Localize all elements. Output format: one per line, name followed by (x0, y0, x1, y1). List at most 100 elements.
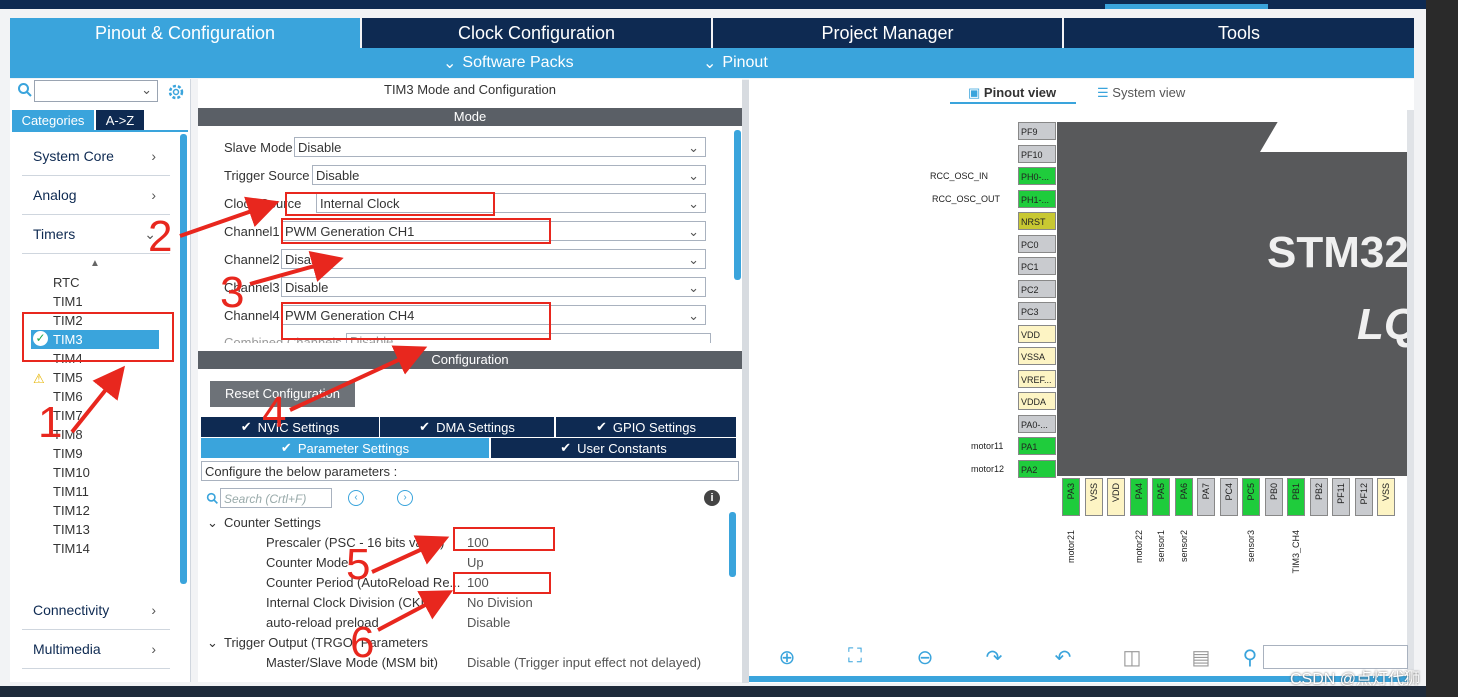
system-view-tab[interactable]: ☰ System view (1097, 85, 1185, 101)
pinout-menu[interactable]: ⌄ Pinout (703, 53, 768, 73)
timer-item[interactable]: TIM13 (53, 522, 90, 537)
flip-vertical-icon[interactable]: ◫ (1120, 645, 1144, 669)
category-search-combo[interactable]: ⌄ (34, 80, 158, 102)
rotate-right-icon[interactable]: ↷ (982, 645, 1006, 669)
pin[interactable]: PA2 (1018, 460, 1056, 478)
collapse-icon[interactable]: ⌄ (207, 515, 218, 531)
pin[interactable]: PC0 (1018, 235, 1056, 253)
pin[interactable]: PH1-... (1018, 190, 1056, 208)
param-value[interactable]: Disable (467, 615, 510, 630)
counter-settings-group[interactable]: Counter Settings (224, 515, 321, 530)
parameter-search-input[interactable]: Search (Crtl+F) (220, 488, 332, 508)
pinout-menu-label: Pinout (722, 54, 768, 71)
pin[interactable]: PF9 (1018, 122, 1056, 140)
next-match-icon[interactable]: › (397, 490, 413, 506)
tab-gpio-settings[interactable]: ✔ GPIO Settings (556, 417, 736, 437)
annotation-box (281, 218, 551, 244)
pin[interactable]: PC3 (1018, 302, 1056, 320)
tab-user-constants[interactable]: ✔ User Constants (491, 438, 736, 458)
pin[interactable]: PB1 (1287, 478, 1305, 516)
pinout-vscroll[interactable] (1407, 110, 1414, 670)
pin[interactable]: PC5 (1242, 478, 1260, 516)
pin[interactable]: VDD (1107, 478, 1125, 516)
tab-pinout-configuration[interactable]: Pinout & Configuration (10, 18, 360, 48)
pin[interactable]: VDDA (1018, 392, 1056, 410)
pin[interactable]: PC4 (1220, 478, 1238, 516)
parameter-scrollbar[interactable] (729, 512, 736, 577)
category-system-core[interactable]: System Core › (22, 137, 170, 176)
timer-item[interactable]: TIM12 (53, 503, 90, 518)
annotation-number: 3 (220, 268, 245, 317)
list-icon: ☰ (1097, 85, 1109, 100)
channel2-select[interactable]: Disable ⌄ (281, 249, 706, 269)
pin[interactable]: VSS (1085, 478, 1103, 516)
timer-item[interactable]: TIM9 (53, 446, 83, 461)
software-packs-menu[interactable]: ⌄ Software Packs (443, 53, 574, 73)
tab-project-manager[interactable]: Project Manager (713, 18, 1062, 48)
pin[interactable]: PA1 (1018, 437, 1056, 455)
gear-icon[interactable] (166, 82, 186, 102)
zoom-in-icon[interactable]: ⊕ (775, 645, 799, 669)
category-analog[interactable]: Analog › (22, 176, 170, 215)
pin[interactable]: VREF... (1018, 370, 1056, 388)
fit-to-window-icon[interactable]: ⛶ (843, 645, 867, 669)
channel3-select[interactable]: Disable ⌄ (281, 277, 706, 297)
category-connectivity[interactable]: Connectivity › (22, 591, 170, 630)
sort-icon[interactable]: ▲ (90, 258, 100, 269)
tab-clock-configuration[interactable]: Clock Configuration (362, 18, 711, 48)
pin[interactable]: PF10 (1018, 145, 1056, 163)
param-value[interactable]: No Division (467, 595, 533, 610)
timer-item[interactable]: TIM10 (53, 465, 90, 480)
pin[interactable]: PA5 (1152, 478, 1170, 516)
pin[interactable]: NRST (1018, 212, 1056, 230)
search-icon[interactable]: ⚲ (1238, 645, 1262, 669)
tab-categories[interactable]: Categories (12, 110, 94, 130)
trigger-source-select[interactable]: Disable ⌄ (312, 165, 706, 185)
timer-item[interactable]: TIM1 (53, 294, 83, 309)
timer-item[interactable]: TIM14 (53, 541, 90, 556)
pinout-view-tab[interactable]: ▣ Pinout view (968, 85, 1056, 101)
trigger-source-label: Trigger Source (224, 168, 310, 183)
pin[interactable]: PA7 (1197, 478, 1215, 516)
zoom-out-icon[interactable]: ⊖ (913, 645, 937, 669)
param-value[interactable]: Disable (Trigger input effect not delaye… (467, 655, 701, 670)
tab-a-z[interactable]: A->Z (96, 110, 144, 130)
tab-dma-settings[interactable]: ✔ DMA Settings (380, 417, 554, 437)
mode-scrollbar[interactable] (734, 130, 741, 280)
category-multimedia[interactable]: Multimedia › (22, 630, 170, 669)
info-icon[interactable]: i (704, 490, 720, 506)
pin[interactable]: PB0 (1265, 478, 1283, 516)
tab-parameter-settings[interactable]: ✔ Parameter Settings (201, 438, 489, 458)
pin[interactable]: PA6 (1175, 478, 1193, 516)
pin[interactable]: PA4 (1130, 478, 1148, 516)
slave-mode-select[interactable]: Disable ⌄ (294, 137, 706, 157)
rotate-left-icon[interactable]: ↶ (1051, 645, 1075, 669)
category-scrollbar[interactable] (180, 134, 187, 584)
pin[interactable]: PA0-... (1018, 415, 1056, 433)
trigger-output-group[interactable]: Trigger Output (TRGO) Parameters (224, 635, 428, 650)
pin[interactable]: VSS (1377, 478, 1395, 516)
pin[interactable]: VDD (1018, 325, 1056, 343)
tab-tools[interactable]: Tools (1064, 18, 1414, 48)
pin[interactable]: PC2 (1018, 280, 1056, 298)
flip-horizontal-icon[interactable]: ▤ (1189, 645, 1213, 669)
timer-item[interactable]: TIM11 (53, 484, 89, 499)
collapse-icon[interactable]: ⌄ (207, 635, 218, 651)
splitter[interactable] (742, 80, 749, 683)
pin[interactable]: VSSA (1018, 347, 1056, 365)
tab-nvic-settings[interactable]: ✔ NVIC Settings (201, 417, 379, 437)
mcu-chip[interactable] (1057, 122, 1407, 476)
chevron-right-icon: › (151, 641, 156, 657)
search-icon[interactable] (17, 82, 33, 98)
pin[interactable]: PF11 (1332, 478, 1350, 516)
annotation-box (285, 192, 495, 216)
previous-match-icon[interactable]: ‹ (348, 490, 364, 506)
pin[interactable]: PA3 (1062, 478, 1080, 516)
timer-item[interactable]: RTC (53, 275, 79, 290)
pin[interactable]: PH0-... (1018, 167, 1056, 185)
timer-item[interactable]: TIM5 (53, 370, 83, 385)
pin[interactable]: PB2 (1310, 478, 1328, 516)
pin[interactable]: PF12 (1355, 478, 1373, 516)
pin[interactable]: PC1 (1018, 257, 1056, 275)
param-value[interactable]: Up (467, 555, 484, 570)
